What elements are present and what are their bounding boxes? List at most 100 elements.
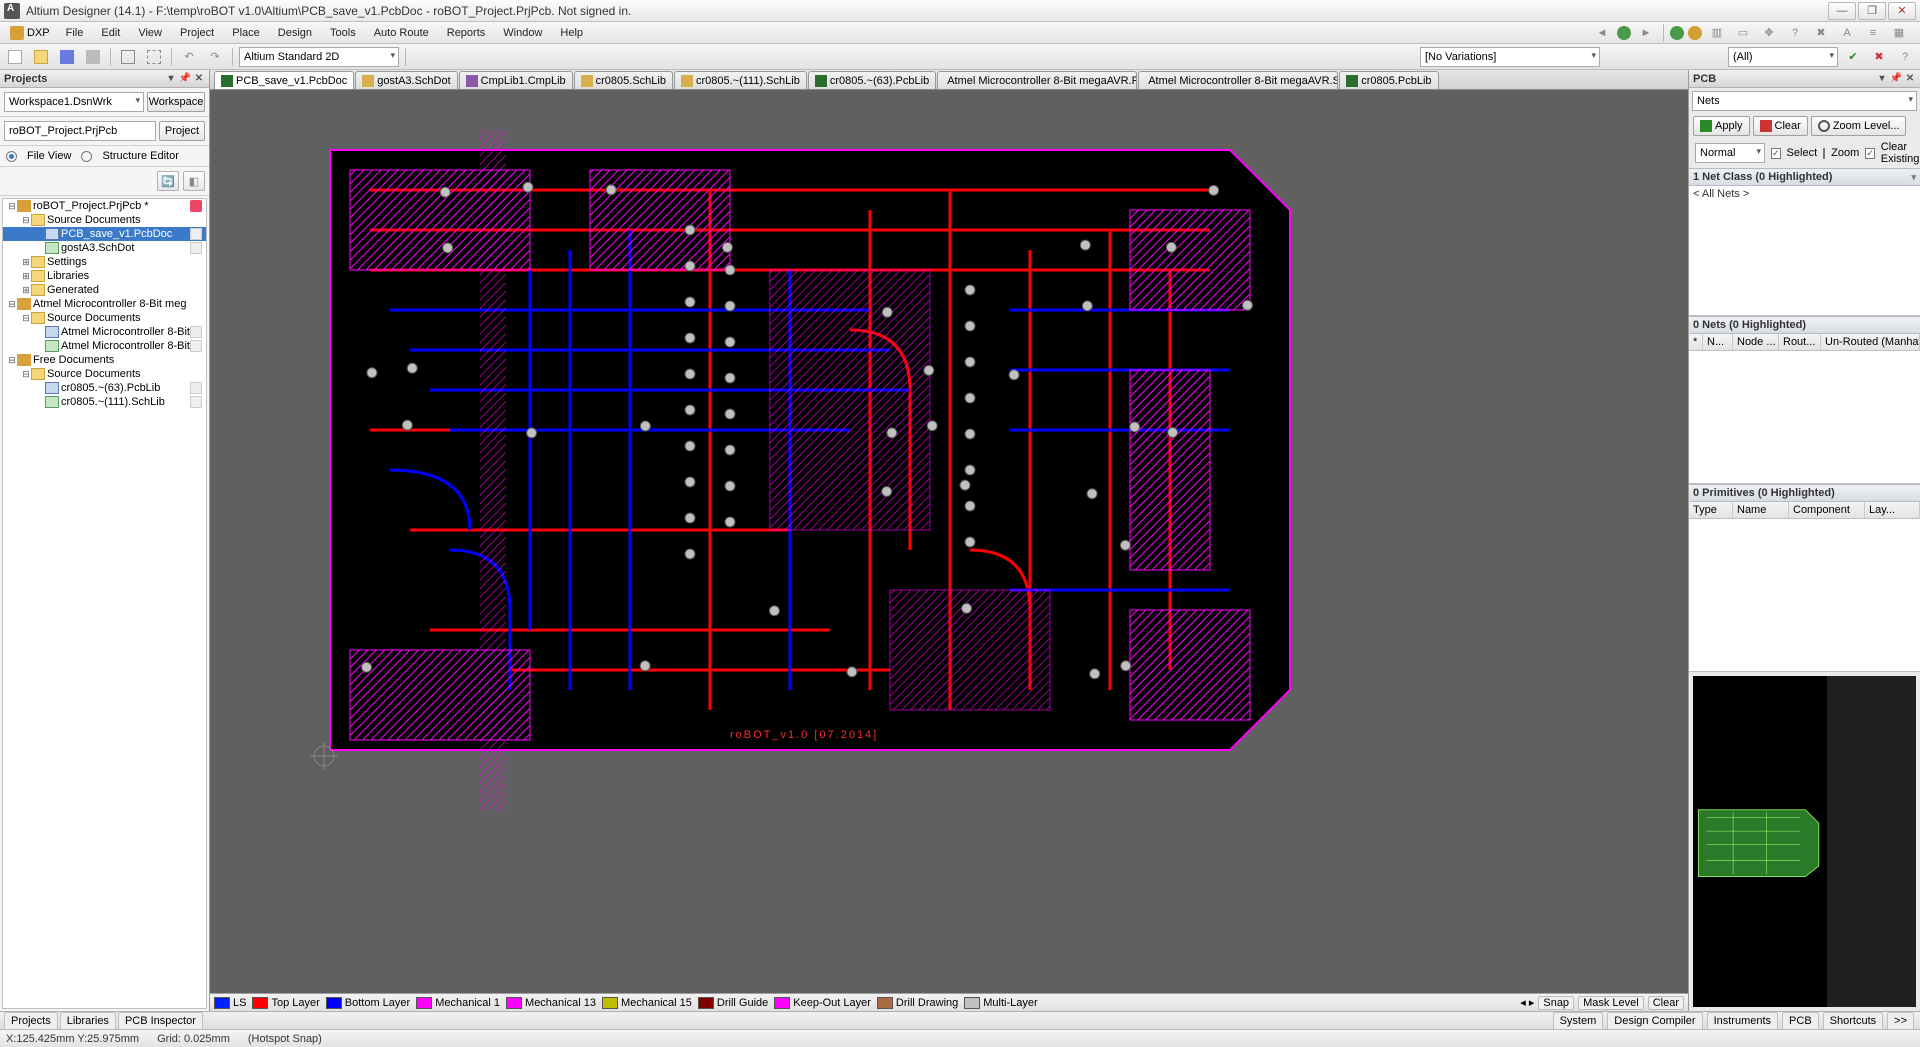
- tree-node[interactable]: ⊞Generated: [3, 283, 206, 297]
- structure-editor-radio[interactable]: [81, 151, 92, 162]
- bottom-tab-design-compiler[interactable]: Design Compiler: [1607, 1012, 1702, 1029]
- document-tab[interactable]: Atmel Microcontroller 8-Bit megaAVR.SchL…: [1138, 71, 1338, 89]
- menu-place[interactable]: Place: [224, 24, 268, 42]
- restore-button[interactable]: ❐: [1858, 2, 1886, 20]
- clear-nets-button[interactable]: Clear: [1753, 116, 1808, 136]
- layer-chip[interactable]: Bottom Layer: [326, 997, 410, 1009]
- document-tab[interactable]: cr0805.~(111).SchLib: [674, 71, 807, 89]
- tree-node[interactable]: ⊟roBOT_Project.PrjPcb *: [3, 199, 206, 213]
- tree-twist-icon[interactable]: ⊟: [21, 313, 31, 324]
- filter-help-button[interactable]: ?: [1894, 47, 1916, 67]
- layer-chip[interactable]: Drill Guide: [698, 997, 768, 1009]
- tree-node[interactable]: PCB_save_v1.PcbDoc: [3, 227, 206, 241]
- workspace-combo[interactable]: Workspace1.DsnWrk: [4, 92, 144, 112]
- status-green-icon[interactable]: [1670, 26, 1684, 40]
- tree-twist-icon[interactable]: ⊟: [21, 215, 31, 226]
- tree-twist-icon[interactable]: ⊟: [21, 369, 31, 380]
- layer-scroll-arrows[interactable]: ◂ ▸: [1520, 996, 1534, 1010]
- tree-node[interactable]: ⊟Source Documents: [3, 213, 206, 227]
- tree-twist-icon[interactable]: ⊞: [21, 257, 31, 268]
- tool-query-button[interactable]: ?: [1784, 23, 1806, 43]
- nav-back-button[interactable]: ◄: [1591, 23, 1613, 43]
- tree-node[interactable]: gostA3.SchDot: [3, 241, 206, 255]
- menu-window[interactable]: Window: [495, 24, 550, 42]
- document-tab[interactable]: cr0805.~(63).PcbLib: [808, 71, 936, 89]
- apply-filter-button[interactable]: ✔: [1842, 47, 1864, 67]
- tool-move-button[interactable]: ✥: [1758, 23, 1780, 43]
- tree-node[interactable]: ⊞Libraries: [3, 269, 206, 283]
- bottom-tab-libraries[interactable]: Libraries: [60, 1012, 116, 1029]
- document-tab[interactable]: Atmel Microcontroller 8-Bit megaAVR.PcbL…: [937, 71, 1137, 89]
- undo-button[interactable]: ↶: [178, 47, 200, 67]
- bottom-tab-projects[interactable]: Projects: [4, 1012, 58, 1029]
- pcb-panel-close-icon[interactable]: ✕: [1904, 73, 1916, 85]
- tool-select-button[interactable]: ▭: [1732, 23, 1754, 43]
- save-button[interactable]: [56, 47, 78, 67]
- menu-reports[interactable]: Reports: [439, 24, 494, 42]
- pcb-editor-view[interactable]: roBOT_v1.0 [07.2014]: [210, 90, 1688, 993]
- bottom-tab-shortcuts[interactable]: Shortcuts: [1823, 1012, 1883, 1029]
- panel-close-icon[interactable]: ✕: [193, 73, 205, 85]
- status-amber-icon[interactable]: [1688, 26, 1702, 40]
- menu-edit[interactable]: Edit: [93, 24, 128, 42]
- bottom-tab-instruments[interactable]: Instruments: [1707, 1012, 1778, 1029]
- panel-dropdown-icon[interactable]: ▾: [165, 73, 177, 85]
- bottom-tab-more[interactable]: >>: [1887, 1012, 1914, 1029]
- document-tab[interactable]: cr0805.PcbLib: [1339, 71, 1438, 89]
- dxp-menu[interactable]: DXP: [4, 26, 56, 40]
- settings-button[interactable]: ◧: [183, 171, 205, 191]
- document-tab[interactable]: CmpLib1.CmpLib: [459, 71, 573, 89]
- zoom-checkbox[interactable]: [1823, 148, 1825, 159]
- view-mode-combo[interactable]: Altium Standard 2D: [239, 47, 399, 67]
- refresh-button[interactable]: 🔄: [157, 171, 179, 191]
- primitives-section-header[interactable]: 0 Primitives (0 Highlighted): [1689, 484, 1920, 502]
- select-checkbox[interactable]: [1771, 148, 1781, 159]
- tool-align-button[interactable]: ▥: [1706, 23, 1728, 43]
- menu-design[interactable]: Design: [270, 24, 320, 42]
- zoom-area-button[interactable]: [143, 47, 165, 67]
- tree-node[interactable]: Atmel Microcontroller 8-Bit: [3, 325, 206, 339]
- clear-existing-checkbox[interactable]: [1865, 148, 1875, 159]
- project-tree[interactable]: ⊟roBOT_Project.PrjPcb *⊟Source Documents…: [2, 198, 207, 1009]
- layer-chip[interactable]: Mechanical 1: [416, 997, 500, 1009]
- all-nets-item[interactable]: < All Nets >: [1693, 188, 1916, 200]
- pcb-mode-combo[interactable]: Nets: [1692, 91, 1917, 111]
- layer-chip[interactable]: Keep-Out Layer: [774, 997, 871, 1009]
- menu-view[interactable]: View: [130, 24, 170, 42]
- project-input[interactable]: [4, 121, 156, 141]
- bottom-tab-system[interactable]: System: [1553, 1012, 1604, 1029]
- tree-twist-icon[interactable]: ⊞: [21, 271, 31, 282]
- minimize-button[interactable]: —: [1828, 2, 1856, 20]
- nav-home-icon[interactable]: [1617, 26, 1631, 40]
- board-preview[interactable]: [1693, 676, 1916, 1007]
- print-button[interactable]: [82, 47, 104, 67]
- zoom-fit-button[interactable]: [117, 47, 139, 67]
- zoom-level-button[interactable]: Zoom Level...: [1811, 116, 1907, 136]
- layer-chip[interactable]: Mechanical 15: [602, 997, 692, 1009]
- menu-tools[interactable]: Tools: [322, 24, 364, 42]
- tree-node[interactable]: ⊟Free Documents: [3, 353, 206, 367]
- menu-autoroute[interactable]: Auto Route: [366, 24, 437, 42]
- tree-twist-icon[interactable]: ⊟: [7, 201, 17, 212]
- redo-button[interactable]: ↷: [204, 47, 226, 67]
- menu-project[interactable]: Project: [172, 24, 222, 42]
- tool-grid-button[interactable]: ▦: [1888, 23, 1910, 43]
- pcb-panel-header[interactable]: PCB ▾ 📌 ✕: [1689, 70, 1920, 88]
- document-tab[interactable]: PCB_save_v1.PcbDoc: [214, 71, 354, 89]
- tree-twist-icon[interactable]: ⊟: [7, 355, 17, 366]
- snap-button[interactable]: Snap: [1538, 996, 1574, 1010]
- open-button[interactable]: [30, 47, 52, 67]
- tree-node[interactable]: ⊟Source Documents: [3, 367, 206, 381]
- tool-delete-button[interactable]: ✖: [1810, 23, 1832, 43]
- new-button[interactable]: [4, 47, 26, 67]
- tree-twist-icon[interactable]: ⊟: [7, 299, 17, 310]
- tool-text-button[interactable]: A: [1836, 23, 1858, 43]
- variations-combo[interactable]: [No Variations]: [1420, 47, 1600, 67]
- layer-chip[interactable]: Multi-Layer: [964, 997, 1037, 1009]
- tree-twist-icon[interactable]: ⊞: [21, 285, 31, 296]
- tree-node[interactable]: ⊟Source Documents: [3, 311, 206, 325]
- workspace-button[interactable]: Workspace: [147, 92, 205, 112]
- projects-panel-header[interactable]: Projects ▾ 📌 ✕: [0, 70, 209, 88]
- normal-combo[interactable]: Normal: [1695, 143, 1765, 163]
- tool-list-button[interactable]: ≡: [1862, 23, 1884, 43]
